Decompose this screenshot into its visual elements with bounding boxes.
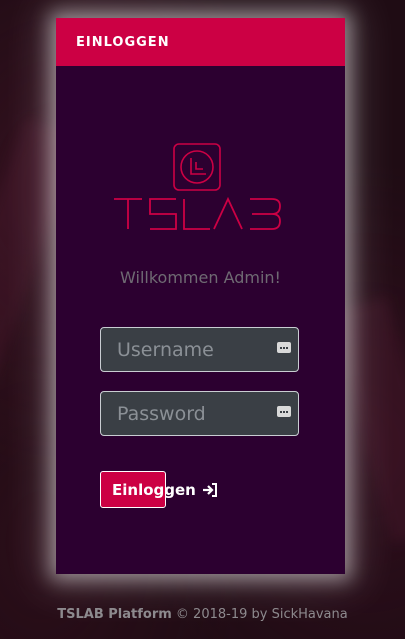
login-button-label[interactable]: Einloggen [112,481,196,499]
tslab-logo [114,143,281,230]
tslab-logo-text [114,196,281,230]
welcome-message: Willkommen Admin! [120,268,281,287]
password-field[interactable] [100,391,299,436]
password-input[interactable] [101,392,298,435]
login-button[interactable]: Einloggen [100,471,218,508]
login-card: EINLOGGEN Willkommen Admin! Username Ein… [56,18,345,574]
username-input[interactable] [101,328,298,371]
key-icon[interactable] [277,406,291,417]
sign-in-icon[interactable] [202,482,218,498]
footer-copyright: © 2018-19 by SickHavana [175,607,348,622]
tslab-logo-icon [173,143,221,191]
username-field[interactable] [100,327,299,372]
footer-brand: TSLAB Platform [57,607,172,622]
key-icon[interactable] [277,342,291,353]
card-header: EINLOGGEN [56,18,345,66]
footer: TSLAB Platform © 2018-19 by SickHavana [0,607,405,622]
card-title: EINLOGGEN [76,34,170,50]
